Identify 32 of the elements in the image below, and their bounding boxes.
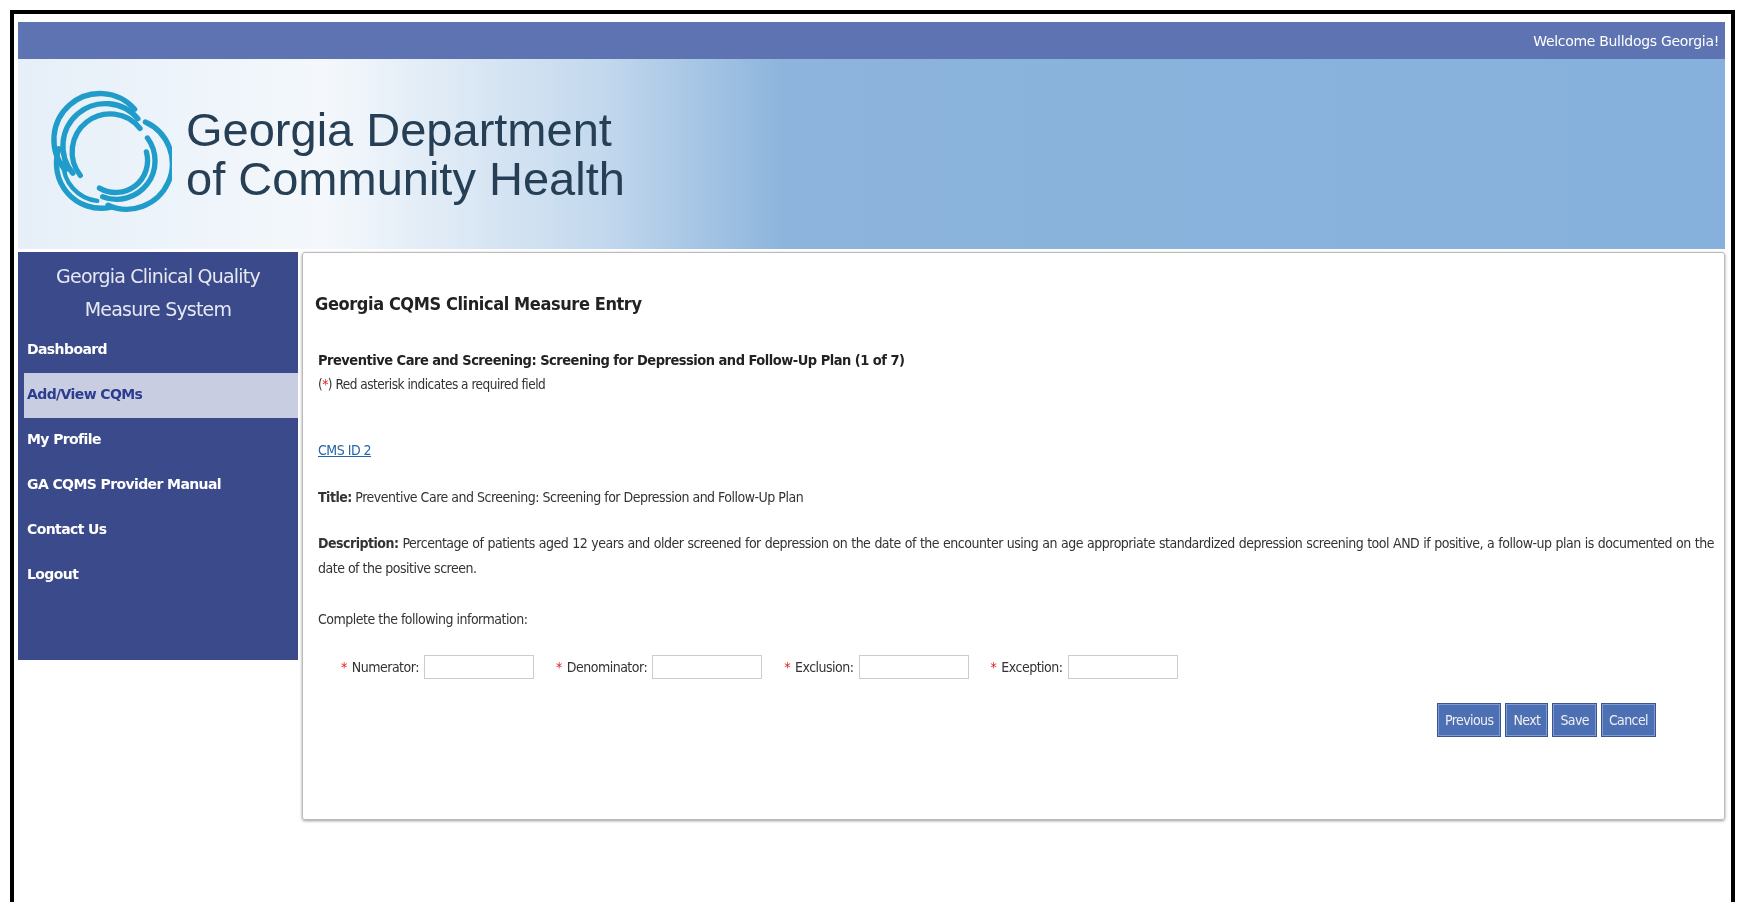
page-heading: Georgia CQMS Clinical Measure Entry xyxy=(315,293,643,314)
field-label: Exclusion: xyxy=(794,659,854,675)
sidebar-item[interactable]: GA CQMS Provider Manual xyxy=(24,463,298,508)
field-label: Numerator: xyxy=(351,659,419,675)
input-field[interactable] xyxy=(858,655,969,679)
required-asterisk: * xyxy=(784,659,790,675)
field-label: Denominator: xyxy=(566,659,648,675)
action-button[interactable]: Previous xyxy=(1437,703,1502,737)
field-label: Exception: xyxy=(1001,659,1063,675)
measure-heading: Preventive Care and Screening: Screening for Depression and Follow-Up Plan (1 of 7) xyxy=(318,352,906,368)
input-field[interactable] xyxy=(423,655,534,679)
sidebar-item[interactable]: My Profile xyxy=(24,418,298,463)
welcome-text: Welcome Bulldogs Georgia! xyxy=(1533,32,1719,49)
action-button[interactable]: Next xyxy=(1505,703,1549,737)
action-button[interactable]: Save xyxy=(1552,703,1597,737)
required-asterisk: * xyxy=(341,659,347,675)
system-title: Georgia Clinical Quality Measure System xyxy=(55,264,261,322)
sidebar-item[interactable]: Dashboard xyxy=(24,328,298,373)
required-asterisk: * xyxy=(990,659,997,675)
action-button[interactable]: Cancel xyxy=(1600,703,1656,737)
measure-title: Title: Preventive Care and Screening: Screening for Depression and Follow-Up Plan xyxy=(318,489,805,505)
sidebar-item[interactable]: Logout xyxy=(24,553,298,598)
sidebar-item[interactable]: Add/View CQMs xyxy=(24,373,298,418)
input-field[interactable] xyxy=(652,655,763,679)
required-legend: (*) Red asterisk indicates a required field xyxy=(318,376,1714,392)
measure-description: Description: Percentage of patients aged 12 years and older screened for depression on the date of the encounter using an age appropriate standardized depression screening tool AND if positive, a follow-up plan is documented on the date of the positive screen. xyxy=(318,534,1714,578)
input-field[interactable] xyxy=(1067,655,1178,679)
required-asterisk: * xyxy=(555,659,562,675)
organization-name: Georgia Department xyxy=(186,104,613,154)
sidebar-item[interactable]: Contact Us xyxy=(24,508,298,553)
instruction-text: Complete the following information: xyxy=(318,611,529,627)
cms-id-link[interactable]: CMS ID 2 xyxy=(318,442,372,458)
